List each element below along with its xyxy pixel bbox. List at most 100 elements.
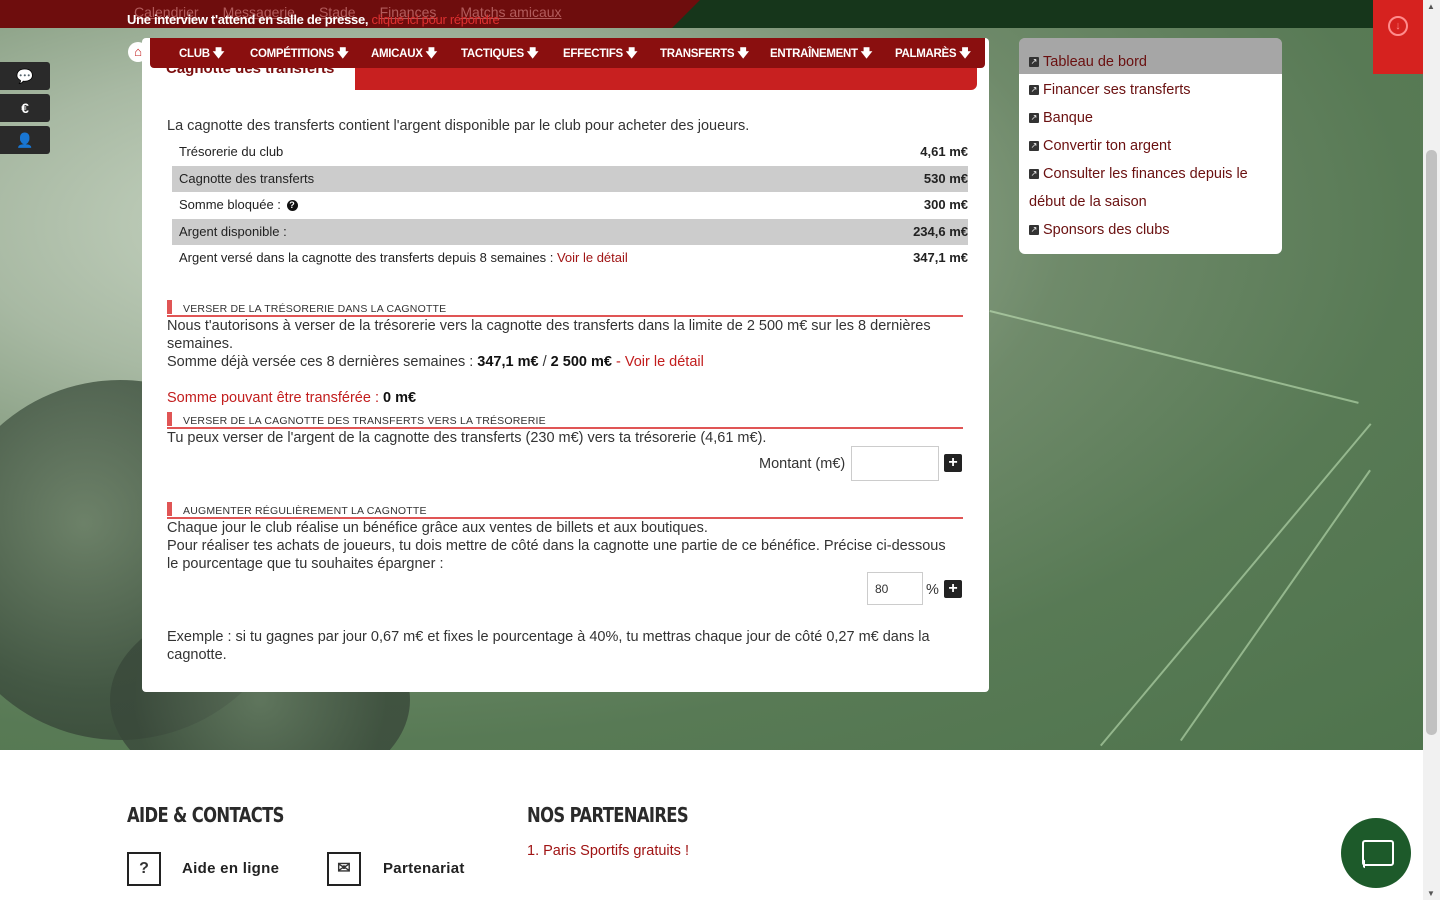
percent-sign: % bbox=[926, 582, 939, 598]
table-row: Cagnotte des transferts 530 m€ bbox=[172, 165, 968, 192]
nav-friendlies[interactable]: AMICAUX 🡇 bbox=[371, 46, 461, 65]
detail-link[interactable]: Voir le détail bbox=[557, 250, 628, 265]
help-heading: AIDE & CONTACTS bbox=[127, 803, 284, 827]
nav-honours[interactable]: PALMARÈS 🡇 bbox=[895, 46, 971, 65]
example-text: Exemple : si tu gagnes par jour 0,67 m€ … bbox=[167, 629, 930, 663]
row-value: 347,1 m€ bbox=[913, 250, 968, 265]
link-label: Convertir ton argent bbox=[1043, 138, 1172, 154]
summary-detail-link[interactable]: - Voir le détail bbox=[616, 354, 704, 370]
external-link-icon: ↗ bbox=[1029, 57, 1039, 68]
row-label: Argent disponible : bbox=[179, 223, 287, 239]
increase-text2: Pour réaliser tes achats de joueurs, tu … bbox=[167, 538, 946, 572]
summary-limit: 2 500 m€ bbox=[550, 354, 612, 370]
table-row: Somme bloquée : ? 300 m€ bbox=[172, 192, 968, 219]
row-value: 4,61 m€ bbox=[920, 144, 968, 159]
plus-icon: + bbox=[948, 454, 958, 471]
link-label: Sponsors des clubs bbox=[1043, 222, 1170, 238]
section-header-deposit: VERSER DE LA TRÉSORERIE DANS LA CAGNOTTE bbox=[167, 299, 963, 317]
euro-button[interactable]: € bbox=[0, 94, 50, 122]
link-label: Consulter les finances depuis le début d… bbox=[1029, 166, 1248, 210]
envelope-icon: ✉ bbox=[337, 860, 351, 877]
deposit-summary: Somme déjà versée ces 8 dernières semain… bbox=[167, 353, 967, 371]
table-row: Argent disponible : 234,6 m€ bbox=[172, 218, 968, 245]
amount-label: Montant (m€) bbox=[759, 456, 846, 472]
section-title: VERSER DE LA TRÉSORERIE DANS LA CAGNOTTE bbox=[183, 303, 447, 315]
home-button[interactable]: ⌂ bbox=[128, 42, 148, 62]
link-finance-transfers[interactable]: ↗ Financer ses transferts bbox=[1029, 76, 1274, 104]
scrollbar-thumb[interactable] bbox=[1426, 150, 1437, 735]
row-value: 530 m€ bbox=[923, 170, 968, 186]
section-title: VERSER DE LA CAGNOTTE DES TRANSFERTS VER… bbox=[183, 415, 546, 427]
link-sponsors[interactable]: ↗ Sponsors des clubs bbox=[1029, 216, 1274, 244]
summary-amount: 347,1 m€ bbox=[477, 354, 539, 370]
download-icon: ↓ bbox=[1388, 16, 1408, 36]
section-header-withdraw: VERSER DE LA CAGNOTTE DES TRANSFERTS VER… bbox=[167, 411, 963, 429]
link-convert[interactable]: ↗ Convertir ton argent bbox=[1029, 132, 1274, 160]
nav-training[interactable]: ENTRAÎNEMENT 🡇 bbox=[770, 46, 895, 65]
section-title: AUGMENTER RÉGULIÈREMENT LA CAGNOTTE bbox=[183, 505, 427, 517]
plus-icon: + bbox=[948, 580, 958, 597]
increase-text1: Chaque jour le club réalise un bénéfice … bbox=[167, 520, 708, 536]
partnership-link[interactable]: Partenariat bbox=[383, 860, 465, 877]
question-icon: ? bbox=[139, 860, 149, 877]
nav-tactics[interactable]: TACTIQUES 🡇 bbox=[461, 46, 563, 65]
euro-icon: € bbox=[21, 100, 29, 116]
partnership-box[interactable]: ✉ bbox=[327, 852, 361, 886]
finance-links-panel: ↗ Tableau de bord ↗ Financer ses transfert… bbox=[1019, 38, 1282, 254]
row-label: Argent versé dans la cagnotte des transf… bbox=[179, 250, 554, 265]
transferable-line: Somme pouvant être transférée : 0 m€ bbox=[167, 389, 967, 407]
link-bank[interactable]: ↗ Banque bbox=[1029, 104, 1274, 132]
link-label: Financer ses transferts bbox=[1043, 82, 1191, 98]
summary-sep: / bbox=[542, 354, 547, 370]
link-label: Banque bbox=[1043, 110, 1093, 126]
external-link-icon: ↗ bbox=[1029, 141, 1039, 152]
section-header-increase: AUGMENTER RÉGULIÈREMENT LA CAGNOTTE bbox=[167, 501, 963, 519]
row-label: Trésorerie du club bbox=[179, 144, 284, 159]
percent-input[interactable]: 80 bbox=[867, 572, 923, 605]
add-percent-button[interactable]: + bbox=[944, 580, 962, 598]
nav-competitions[interactable]: COMPÉTITIONS 🡇 bbox=[250, 46, 371, 65]
chat-icon: 💬 bbox=[16, 68, 34, 84]
amount-input[interactable] bbox=[851, 446, 939, 481]
finance-table: Trésorerie du club 4,61 m€ Cagnotte des … bbox=[172, 139, 968, 272]
announcement-text: Une interview t'attend en salle de press… bbox=[127, 12, 369, 27]
table-row: Trésorerie du club 4,61 m€ bbox=[172, 139, 968, 166]
row-label: Somme bloquée : bbox=[179, 197, 281, 212]
home-icon: ⌂ bbox=[134, 44, 142, 59]
add-amount-button[interactable]: + bbox=[944, 454, 962, 472]
external-link-icon: ↗ bbox=[1029, 225, 1039, 236]
link-dashboard[interactable]: ↗ Tableau de bord bbox=[1029, 48, 1274, 76]
main-nav: CLUB 🡇 COMPÉTITIONS 🡇 AMICAUX 🡇 TACTIQUE… bbox=[150, 38, 985, 68]
row-value: 300 m€ bbox=[923, 197, 968, 212]
nav-club[interactable]: CLUB 🡇 bbox=[179, 46, 250, 65]
table-row: Argent versé dans la cagnotte des transf… bbox=[172, 245, 968, 272]
main-panel: Cagnotte des transferts La cagnotte des … bbox=[142, 38, 989, 692]
link-season-finances[interactable]: ↗ Consulter les finances depuis le début … bbox=[1029, 160, 1274, 216]
notification-button[interactable]: ↓ bbox=[1373, 0, 1423, 74]
deposit-text: Nous t'autorisons à verser de la trésore… bbox=[167, 318, 931, 352]
nav-transfers[interactable]: TRANSFERTS 🡇 bbox=[660, 46, 770, 65]
chat-button[interactable]: 💬 bbox=[0, 62, 50, 90]
withdraw-text: Tu peux verser de l'argent de la cagnott… bbox=[167, 430, 767, 446]
external-link-icon: ↗ bbox=[1029, 113, 1039, 124]
help-icon[interactable]: ? bbox=[286, 200, 298, 212]
transferable-value: 0 m€ bbox=[383, 390, 417, 406]
user-icon: 👤 bbox=[16, 132, 34, 148]
transferable-label: Somme pouvant être transférée : bbox=[167, 390, 379, 406]
side-buttons: 💬 € 👤 bbox=[0, 62, 50, 158]
external-link-icon: ↗ bbox=[1029, 169, 1039, 180]
help-box[interactable]: ? bbox=[127, 852, 161, 886]
external-link-icon: ↗ bbox=[1029, 85, 1039, 96]
row-label: Cagnotte des transferts bbox=[179, 170, 315, 186]
intro-text: La cagnotte des transferts contient l'ar… bbox=[167, 118, 750, 134]
scrollbar[interactable]: ▲ ▼ bbox=[1423, 0, 1440, 900]
press-announcement: Une interview t'attend en salle de press… bbox=[127, 12, 500, 27]
help-online-link[interactable]: Aide en ligne bbox=[182, 860, 279, 877]
nav-squad[interactable]: EFFECTIFS 🡇 bbox=[563, 46, 660, 65]
partner-link[interactable]: 1. Paris Sportifs gratuits ! bbox=[527, 843, 689, 859]
announcement-reply-link[interactable]: clique ici pour répondre bbox=[372, 12, 500, 27]
chat-widget-button[interactable] bbox=[1341, 818, 1411, 888]
user-button[interactable]: 👤 bbox=[0, 126, 50, 154]
row-value: 234,6 m€ bbox=[913, 223, 968, 239]
summary-prefix: Somme déjà versée ces 8 dernières semain… bbox=[167, 354, 474, 370]
